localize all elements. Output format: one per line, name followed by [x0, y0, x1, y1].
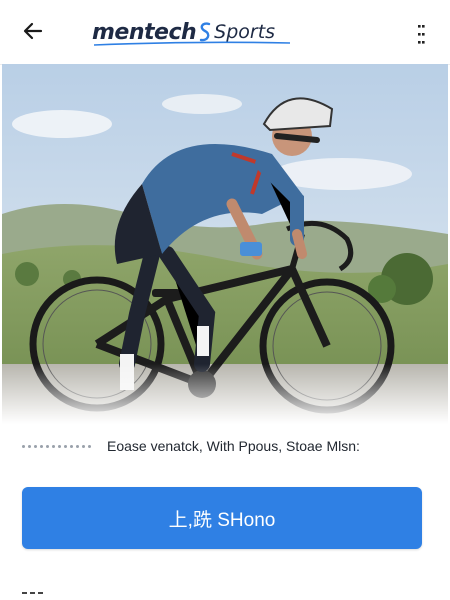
hero-fade-overlay [2, 364, 448, 424]
caption-row: Eoase venatck, With Ppous, Stoae Mlsn: [22, 434, 432, 458]
footer-marker [22, 592, 72, 596]
dotted-leader [22, 444, 91, 448]
app-header: mentech Sports [0, 0, 450, 65]
back-button[interactable] [18, 16, 48, 46]
caption-text: Eoase venatck, With Ppous, Stoae Mlsn: [107, 438, 360, 454]
brand-logo: mentech Sports [92, 14, 302, 50]
hero-image [2, 64, 448, 424]
more-vertical-icon [418, 25, 425, 44]
more-options-button[interactable] [406, 20, 436, 50]
primary-action-button[interactable]: 上,跣 SHono [22, 487, 422, 549]
arrow-left-icon [23, 22, 43, 40]
logo-swoosh [93, 41, 291, 46]
